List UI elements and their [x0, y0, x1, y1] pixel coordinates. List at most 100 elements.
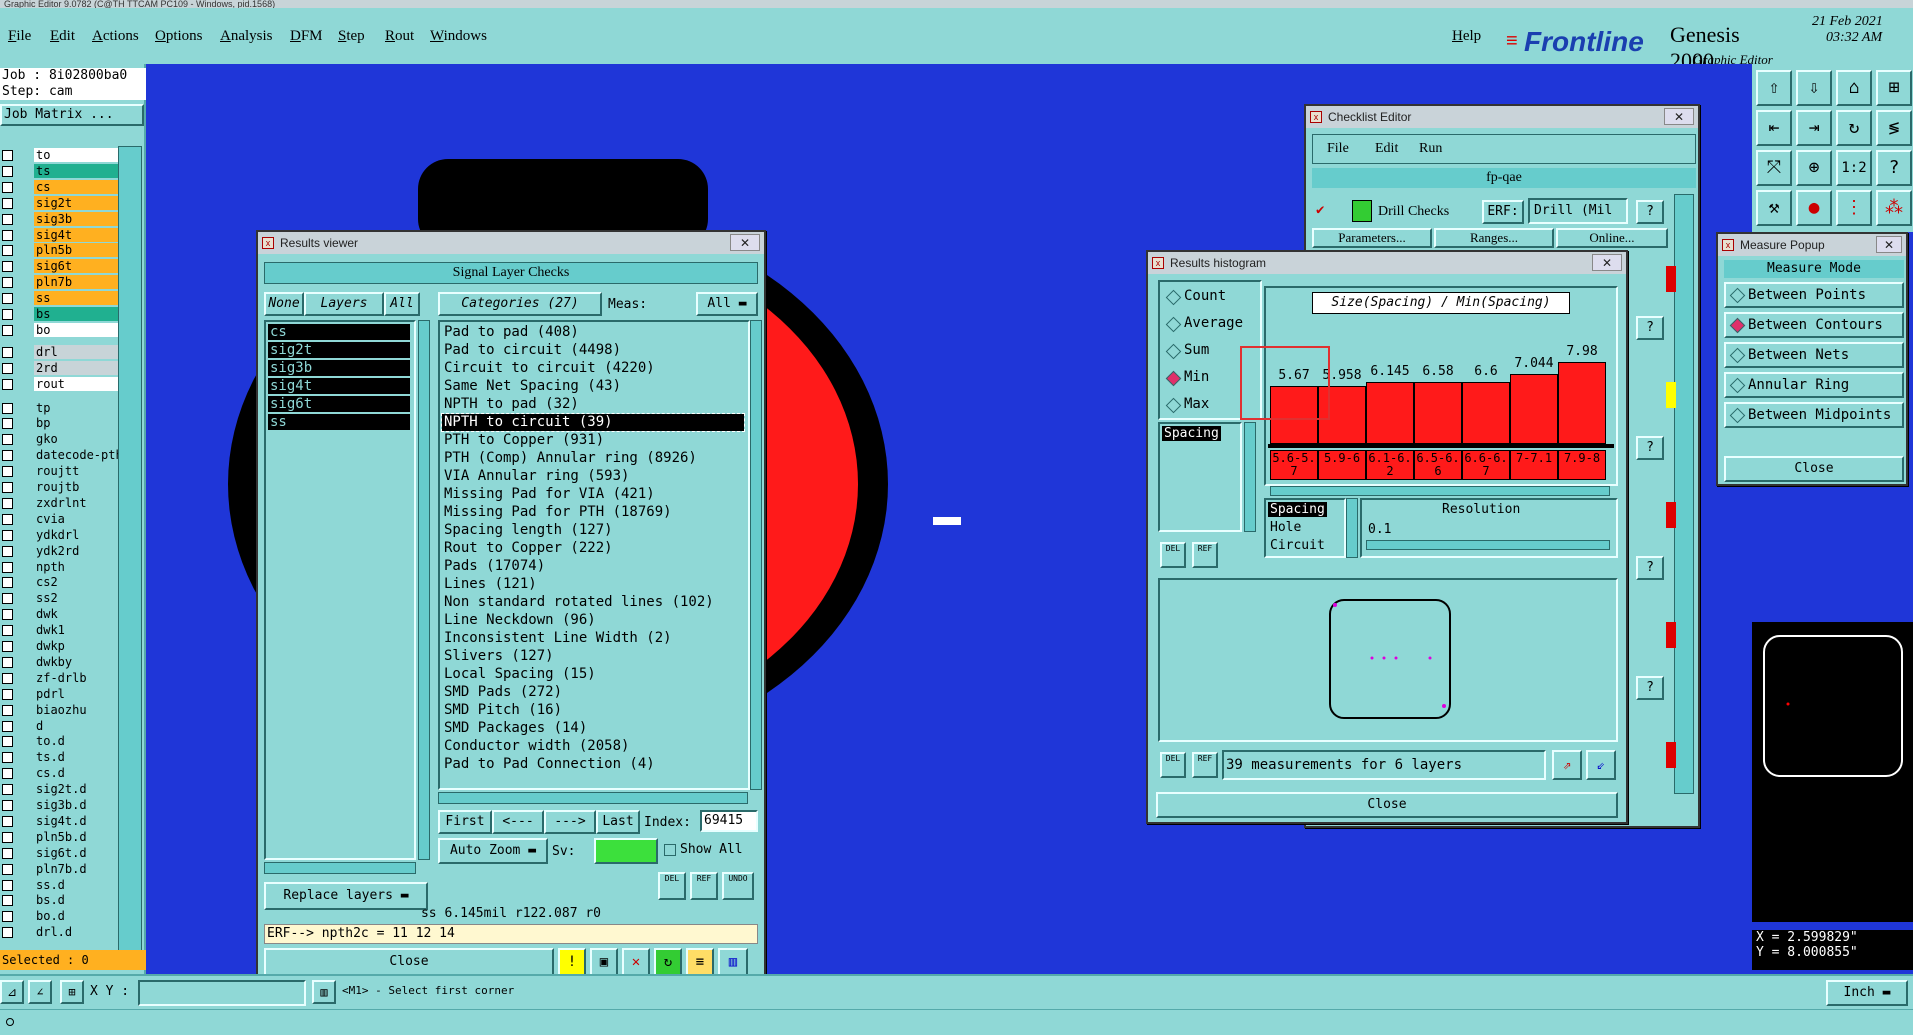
layer-row[interactable]: d — [2, 718, 118, 734]
category-item[interactable]: Missing Pad for PTH (18769) — [442, 504, 744, 521]
layer-checkbox[interactable] — [2, 656, 13, 668]
layer-checkbox[interactable] — [2, 688, 13, 700]
layer-row[interactable]: pln7b.d — [2, 861, 118, 877]
attr-item[interactable]: Spacing — [1268, 502, 1327, 517]
layer-checkbox[interactable] — [2, 529, 13, 541]
histogram-bar[interactable] — [1366, 382, 1414, 444]
menu-edit[interactable]: Edit — [50, 28, 75, 45]
tools-icon[interactable]: ⚒ — [1756, 190, 1792, 226]
layer-row[interactable]: to — [2, 148, 118, 163]
menu-dfm[interactable]: DFM — [290, 28, 323, 45]
help-icon[interactable]: ? — [1636, 436, 1664, 460]
result-layer-item[interactable]: sig2t — [268, 342, 410, 358]
layer-row[interactable]: cs — [2, 179, 118, 195]
layer-checkbox[interactable] — [2, 752, 13, 764]
category-item[interactable]: Inconsistent Line Width (2) — [442, 630, 744, 647]
layer-checkbox[interactable] — [2, 378, 13, 390]
hist-ref-button[interactable]: REF — [1192, 542, 1218, 568]
attr-item[interactable]: Hole — [1268, 520, 1303, 535]
layer-checkbox[interactable] — [2, 197, 13, 209]
layer-checkbox[interactable] — [2, 277, 13, 289]
result-layer-item[interactable]: sig6t — [268, 396, 410, 412]
layer-checkbox[interactable] — [2, 497, 13, 509]
layer-row[interactable]: drl.d — [2, 925, 118, 940]
home-icon[interactable]: ⌂ — [1836, 70, 1872, 106]
category-item[interactable]: NPTH to pad (32) — [442, 396, 744, 413]
histogram-bar[interactable] — [1510, 374, 1558, 444]
measure-radio[interactable] — [1729, 377, 1746, 394]
layer-checkbox[interactable] — [2, 513, 13, 525]
menu-rout[interactable]: Rout — [385, 28, 414, 45]
layer-row[interactable]: ydk2rd — [2, 543, 118, 559]
layer-row[interactable]: dwk — [2, 607, 118, 622]
snap-up-icon[interactable]: ⇧ — [1756, 70, 1792, 106]
categories-button[interactable]: Categories (27) — [438, 292, 602, 316]
menu-step[interactable]: Step — [338, 28, 365, 45]
layer-row[interactable]: tp — [2, 400, 118, 416]
snap-down-icon[interactable]: ⇩ — [1796, 70, 1832, 106]
chart-hscrollbar[interactable] — [1270, 486, 1610, 496]
refresh-icon[interactable]: ↻ — [654, 948, 682, 976]
measure-radio[interactable] — [1729, 407, 1746, 424]
layer-row[interactable]: datecode-pth — [2, 448, 118, 463]
layer-row[interactable]: sig2t.d — [2, 782, 118, 797]
result-layer-item[interactable]: sig4t — [268, 378, 410, 394]
histogram-bar[interactable] — [1558, 362, 1606, 444]
layer-checkbox[interactable] — [2, 261, 13, 273]
layer-checkbox[interactable] — [2, 593, 13, 605]
layer-checkbox[interactable] — [2, 736, 13, 748]
layer-checkbox[interactable] — [2, 293, 13, 305]
layer-checkbox[interactable] — [2, 418, 13, 430]
attr-item[interactable]: Circuit — [1268, 538, 1327, 553]
layer-checkbox[interactable] — [2, 466, 13, 478]
result-layer-item[interactable]: cs — [268, 324, 410, 340]
layer-checkbox[interactable] — [2, 863, 13, 875]
category-item[interactable]: Same Net Spacing (43) — [442, 378, 744, 395]
menu-help[interactable]: Help — [1452, 28, 1481, 45]
layer-row[interactable]: pln5b — [2, 243, 118, 258]
layer-checkbox[interactable] — [2, 434, 13, 446]
all-button[interactable]: All — [384, 292, 420, 316]
snap-icon[interactable]: ⊿ — [0, 980, 24, 1004]
layer-row[interactable]: ts — [2, 163, 118, 179]
layer-row[interactable]: bo.d — [2, 909, 118, 924]
close-icon[interactable]: ✕ — [1664, 108, 1694, 125]
category-hscrollbar[interactable] — [438, 792, 748, 804]
close-icon[interactable]: ✕ — [730, 234, 760, 251]
mini-map[interactable] — [1752, 622, 1913, 922]
mode-radio[interactable] — [1165, 370, 1182, 387]
category-item[interactable]: Slivers (127) — [442, 648, 744, 665]
layer-row[interactable]: sig6t — [2, 259, 118, 274]
layer-row[interactable]: roujtt — [2, 464, 118, 479]
connect-icon[interactable]: ⁂ — [1876, 190, 1912, 226]
attr-list[interactable]: Spacing Hole Circuit — [1264, 498, 1346, 558]
attr-scrollbar[interactable] — [1244, 422, 1256, 532]
category-item[interactable]: SMD Pitch (16) — [442, 702, 744, 719]
mirror-icon[interactable]: ≶ — [1876, 110, 1912, 146]
check-mark-icon[interactable]: ✔ — [1316, 202, 1324, 218]
layer-row[interactable]: npth — [2, 559, 118, 575]
layer-checkbox[interactable] — [2, 324, 13, 336]
auto-zoom-select[interactable]: Auto Zoom ▬ — [438, 838, 548, 864]
meas-select[interactable]: All ▬ — [696, 292, 758, 316]
hist-del-button[interactable]: DEL — [1160, 542, 1186, 568]
layer-checkbox[interactable] — [2, 815, 13, 827]
category-item[interactable]: Spacing length (127) — [442, 522, 744, 539]
delete-icon[interactable]: ✕ — [622, 948, 650, 976]
category-item[interactable]: Rout to Copper (222) — [442, 540, 744, 557]
undo-button[interactable]: UNDO — [722, 872, 754, 900]
layer-checkbox[interactable] — [2, 213, 13, 225]
help-icon[interactable]: ? — [1876, 150, 1912, 186]
layer-checkbox[interactable] — [2, 545, 13, 557]
preview-ref-button[interactable]: REF — [1192, 752, 1218, 778]
layer-checkbox[interactable] — [2, 309, 13, 320]
attribute-select-list[interactable]: Spacing — [1158, 422, 1242, 532]
category-item[interactable]: SMD Packages (14) — [442, 720, 744, 737]
last-button[interactable]: Last — [596, 810, 640, 834]
checklist-menu-edit[interactable]: Edit — [1375, 141, 1398, 157]
layer-row[interactable]: sig6t.d — [2, 845, 118, 861]
layer-row[interactable]: zf-drlb — [2, 670, 118, 686]
help-icon[interactable]: ? — [1636, 316, 1664, 340]
measure-option[interactable]: Annular Ring — [1724, 372, 1904, 398]
category-item[interactable]: PTH (Comp) Annular ring (8926) — [442, 450, 744, 467]
